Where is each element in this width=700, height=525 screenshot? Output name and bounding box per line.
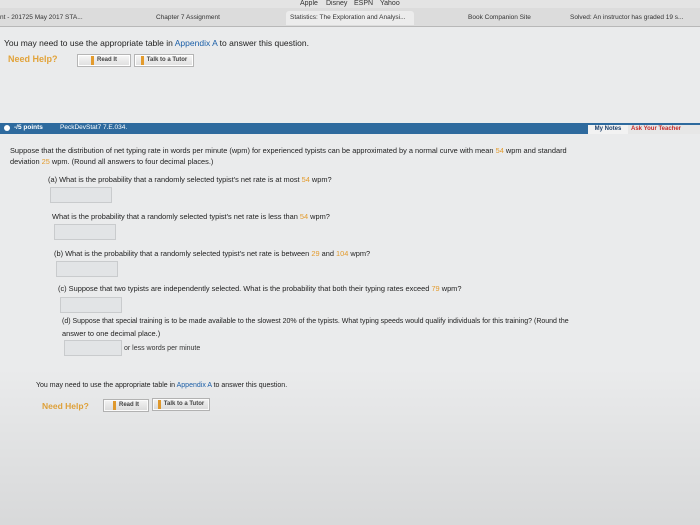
tab-course[interactable]: nt - 201725 May 2017 STA... — [0, 11, 120, 25]
tab-book-companion[interactable]: Book Companion Site — [468, 11, 548, 25]
part-c-text: (c) Suppose that two typists are indepen… — [58, 284, 432, 293]
button-stripe-icon — [157, 400, 161, 409]
need-help-label: Need Help? — [8, 54, 58, 64]
collapse-icon[interactable] — [4, 125, 10, 131]
appendix-note-bottom-text: You may need to use the appropriate tabl… — [36, 382, 177, 389]
button-stripe-icon — [140, 56, 144, 65]
tab-statistics-textbook[interactable]: Statistics: The Exploration and Analysi.… — [286, 11, 414, 25]
assignment-page: You may need to use the appropriate tabl… — [0, 27, 700, 525]
appendix-note: You may need to use the appropriate tabl… — [4, 38, 309, 48]
question-stem-line1: Suppose that the distribution of net typ… — [10, 146, 567, 155]
part-d-question-line2: answer to one decimal place.) — [62, 329, 161, 338]
appendix-a-link[interactable]: Appendix A — [175, 38, 218, 48]
part-a-answer-input[interactable] — [50, 187, 112, 203]
appendix-note-bottom-end: to answer this question. — [211, 382, 288, 389]
talk-to-tutor-label: Talk to a Tutor — [146, 57, 188, 63]
question-stem-line2: deviation 25 wpm. (Round all answers to … — [10, 157, 213, 166]
part-c-question: (c) Suppose that two typists are indepen… — [58, 284, 461, 293]
part-b-answer-input[interactable] — [56, 261, 118, 277]
part-a-value: 54 — [301, 175, 310, 184]
part-a-text: (a) What is the probability that a rando… — [48, 175, 302, 184]
part-b-text: (b) What is the probability that a rando… — [54, 249, 312, 258]
talk-to-tutor-button[interactable]: Talk to a Tutor — [134, 54, 194, 67]
appendix-note-text-end: to answer this question. — [217, 38, 309, 48]
part-a2-text-end: wpm? — [308, 212, 330, 221]
part-a2-answer-input[interactable] — [54, 224, 116, 240]
talk-to-tutor-label-bottom: Talk to a Tutor — [163, 401, 205, 407]
appendix-note-text: You may need to use the appropriate tabl… — [4, 38, 175, 48]
part-c-answer-input[interactable] — [60, 297, 122, 313]
part-a2-text: What is the probability that a randomly … — [52, 212, 300, 221]
part-b-question: (b) What is the probability that a rando… — [54, 249, 370, 258]
bookmark-disney[interactable]: Disney — [326, 0, 347, 7]
question-points: -/5 points — [14, 124, 43, 131]
button-stripe-icon — [90, 56, 94, 65]
stem-text: Suppose that the distribution of net typ… — [10, 146, 496, 155]
ask-teacher-button[interactable]: Ask Your Teacher — [628, 125, 700, 134]
bookmark-yahoo[interactable]: Yahoo — [380, 0, 400, 7]
stem-text: deviation — [10, 157, 42, 166]
part-d-answer-input[interactable] — [64, 340, 122, 356]
bookmark-espn[interactable]: ESPN — [354, 0, 373, 7]
part-a-text-end: wpm? — [309, 175, 332, 184]
button-stripe-icon — [112, 401, 116, 410]
sd-value: 25 — [41, 157, 50, 166]
mean-value: 54 — [495, 146, 504, 155]
browser-tab-strip: nt - 201725 May 2017 STA... Chapter 7 As… — [0, 8, 700, 27]
part-a-question: (a) What is the probability that a rando… — [48, 175, 332, 184]
part-b-upper: 104 — [336, 249, 349, 258]
part-a2-value: 54 — [299, 212, 309, 221]
part-c-text-end: wpm? — [439, 284, 462, 293]
part-b-lower: 29 — [311, 249, 320, 258]
read-it-label: Read It — [96, 57, 117, 63]
part-a2-question: What is the probability that a randomly … — [52, 212, 330, 221]
part-d-question: (d) Suppose that special training is to … — [62, 318, 569, 325]
tab-chapter-7-assignment[interactable]: Chapter 7 Assignment — [156, 11, 256, 25]
bookmarks-bar: Apple Disney ESPN Yahoo — [0, 0, 700, 8]
my-notes-button[interactable]: My Notes — [588, 125, 628, 134]
question-id: PeckDevStat7 7.E.034. — [60, 124, 128, 131]
read-it-label-bottom: Read It — [118, 402, 139, 408]
part-c-value: 79 — [431, 284, 440, 293]
appendix-note-bottom: You may need to use the appropriate tabl… — [36, 382, 287, 389]
part-d-units: or less words per minute — [124, 345, 201, 352]
need-help-label-bottom: Need Help? — [42, 401, 89, 411]
part-b-text-end: wpm? — [348, 249, 371, 258]
stem-text-end: wpm and standard — [503, 146, 567, 155]
appendix-a-link-bottom[interactable]: Appendix A — [177, 382, 212, 389]
read-it-button[interactable]: Read It — [77, 54, 131, 67]
stem-text-end: wpm. (Round all answers to four decimal … — [49, 157, 214, 166]
tab-solved[interactable]: Solved: An instructor has graded 19 s... — [570, 11, 698, 25]
talk-to-tutor-button-bottom[interactable]: Talk to a Tutor — [152, 398, 210, 411]
read-it-button-bottom[interactable]: Read It — [103, 399, 149, 412]
bookmark-apple[interactable]: Apple — [300, 0, 318, 7]
part-b-and: and — [319, 249, 337, 258]
